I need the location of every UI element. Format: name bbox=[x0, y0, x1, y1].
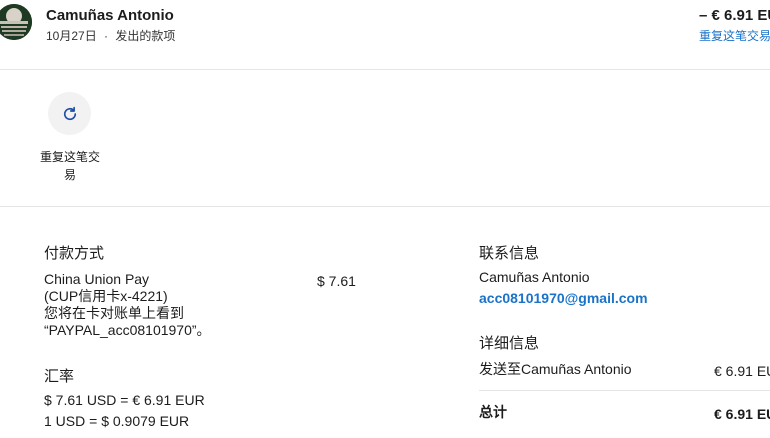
merchant-name: Camuñas Antonio bbox=[46, 7, 174, 24]
contact-name: Camuñas Antonio bbox=[479, 269, 590, 285]
exchange-conversion: $ 7.61 USD = € 6.91 EUR bbox=[44, 392, 205, 408]
sent-to-label: 发送至Camuñas Antonio bbox=[479, 361, 632, 377]
refresh-icon bbox=[63, 106, 76, 120]
payment-method-title: 付款方式 bbox=[44, 245, 105, 262]
transaction-subtitle: 10月27日 · 发出的款项 bbox=[46, 27, 175, 44]
avatar-image bbox=[0, 4, 32, 40]
contact-info-title: 联系信息 bbox=[479, 245, 540, 262]
transaction-details-page: Camuñas Antonio 10月27日 · 发出的款项 – € 6.91 … bbox=[0, 0, 770, 438]
transaction-amount: – € 6.91 EUR bbox=[699, 7, 770, 24]
contact-email-link[interactable]: acc08101970@gmail.com bbox=[479, 290, 648, 307]
merchant-avatar bbox=[0, 4, 32, 40]
exchange-rate-title: 汇率 bbox=[44, 368, 75, 385]
repeat-transaction-button[interactable] bbox=[48, 92, 91, 135]
details-title: 详细信息 bbox=[479, 335, 540, 352]
repeat-transaction-label[interactable]: 重复这笔交易 bbox=[38, 148, 102, 184]
sent-amount: € 6.91 EUR bbox=[714, 363, 770, 379]
repeat-transaction-link[interactable]: 重复这笔交易 bbox=[699, 27, 770, 44]
actions-divider bbox=[0, 206, 770, 207]
header-divider bbox=[0, 69, 770, 70]
details-divider bbox=[479, 390, 770, 391]
payment-card-info: (CUP信用卡x-4221) bbox=[44, 288, 168, 304]
statement-descriptor: “PAYPAL_acc08101970”。 bbox=[44, 322, 211, 338]
total-amount: € 6.91 EUR bbox=[714, 406, 770, 422]
transaction-date: 10月27日 bbox=[46, 29, 97, 43]
separator-dot: · bbox=[104, 29, 109, 43]
payment-amount: $ 7.61 bbox=[317, 273, 356, 289]
total-label: 总计 bbox=[479, 404, 507, 420]
transaction-type: 发出的款项 bbox=[115, 29, 176, 43]
exchange-rate: 1 USD = $ 0.9079 EUR bbox=[44, 413, 190, 429]
statement-note: 您将在卡对账单上看到 bbox=[44, 305, 184, 321]
payment-method-name: China Union Pay bbox=[44, 271, 150, 287]
